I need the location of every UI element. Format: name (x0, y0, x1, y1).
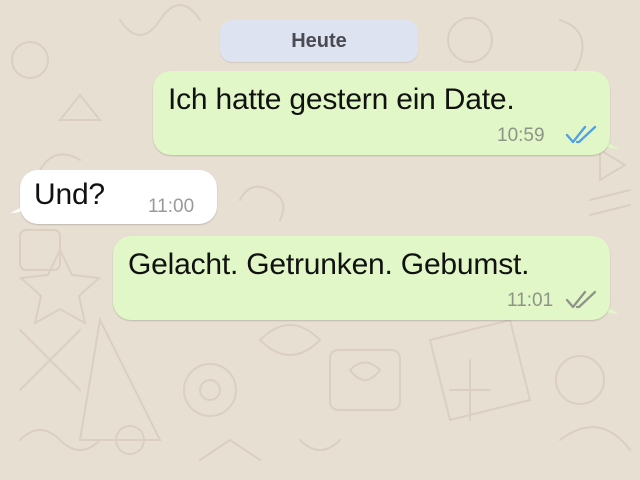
double-check-delivered-icon (565, 290, 597, 309)
message-text: Ich hatte gestern ein Date. (168, 83, 515, 116)
message-time: 11:01 (507, 290, 554, 311)
message-time: 11:00 (148, 196, 195, 217)
date-separator-label: Heute (291, 29, 347, 52)
date-separator: Heute (220, 20, 418, 62)
message-bubble-outgoing[interactable]: Ich hatte gestern ein Date. 10:59 (153, 71, 610, 155)
message-bubble-incoming[interactable]: Und? 11:00 (20, 170, 217, 224)
message-text: Und? (34, 178, 105, 211)
double-check-read-icon (565, 125, 597, 144)
message-bubble-outgoing[interactable]: Gelacht. Getrunken. Gebumst. 11:01 (113, 236, 610, 320)
message-text: Gelacht. Getrunken. Gebumst. (128, 248, 530, 281)
message-time: 10:59 (497, 125, 545, 146)
